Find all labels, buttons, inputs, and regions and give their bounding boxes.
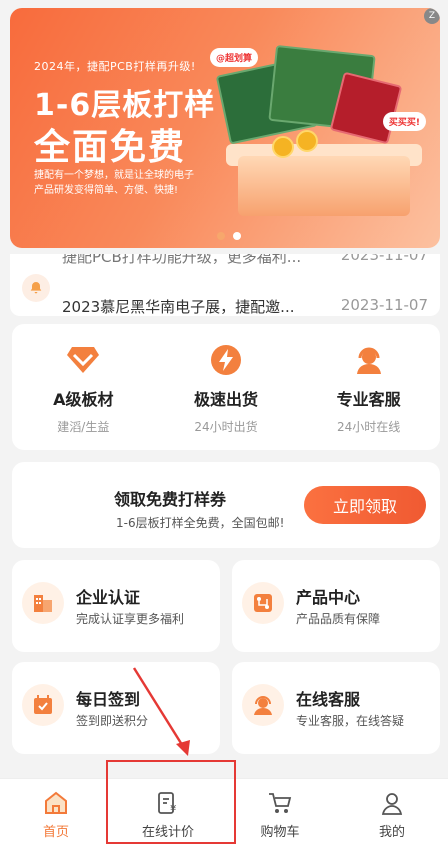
tile-enterprise-verification[interactable]: 企业认证 完成认证享更多福利 [12, 560, 220, 652]
tab-home[interactable]: 首页 [0, 779, 112, 844]
tile-online-support[interactable]: 在线客服 专业客服，在线答疑 [232, 662, 440, 754]
banner-badge: @超划算 [210, 48, 259, 67]
coin-icon [272, 136, 294, 158]
tile-subtitle: 产品品质有保障 [296, 612, 381, 626]
notice-ticker[interactable]: 捷配PCB打样功能升级，更多福利... 2023-11-07 2023慕尼黑华南… [10, 254, 440, 316]
circuit-board-icon [242, 582, 284, 624]
tab-label: 首页 [42, 825, 69, 840]
notice-date: 2023-11-07 [340, 296, 428, 314]
feature-title: A级板材 [53, 390, 114, 409]
tile-title: 每日签到 [76, 690, 141, 709]
notice-item-prev[interactable]: 捷配PCB打样功能升级，更多福利... 2023-11-07 [62, 254, 428, 267]
tile-subtitle: 专业客服，在线答疑 [296, 714, 405, 728]
notice-text: 2023慕尼黑华南电子展，捷配邀... [62, 298, 295, 316]
tile-title: 企业认证 [76, 588, 141, 607]
tab-profile[interactable]: 我的 [336, 779, 448, 844]
tile-title: 在线客服 [296, 690, 361, 709]
banner-badge-side: 买买买! [382, 112, 426, 131]
tab-label: 我的 [378, 825, 405, 840]
coupon-card: 领取免费打样券 1-6层板打样全免费，全国包邮! 立即领取 [12, 462, 440, 548]
user-icon [378, 789, 406, 817]
banner-desc: 捷配有一个梦想，就是让全球的电子产品研发变得简单、方便、快捷! [34, 170, 194, 196]
gift-box [238, 156, 410, 216]
banner-dot-active[interactable] [233, 232, 241, 240]
annotation-highlight-box [106, 760, 236, 844]
tile-product-center[interactable]: 产品中心 产品品质有保障 [232, 560, 440, 652]
promo-banner[interactable]: Z 2024年，捷配PCB打样再升级! 1-6层板打样 全面免费 捷配有一个梦想… [10, 8, 440, 248]
pcb-board-image [329, 71, 403, 145]
claim-coupon-button[interactable]: 立即领取 [304, 486, 426, 524]
building-icon [22, 582, 64, 624]
cart-icon [266, 789, 294, 817]
tile-daily-checkin[interactable]: 每日签到 签到即送积分 [12, 662, 220, 754]
feature-a-grade-board[interactable]: A级板材 建滔/生益 [18, 324, 148, 450]
banner-tag: 2024年，捷配PCB打样再升级! [34, 60, 196, 73]
calendar-check-icon [22, 684, 64, 726]
notice-date: 2023-11-07 [340, 254, 428, 264]
feature-fast-delivery[interactable]: 极速出货 24小时出货 [161, 324, 291, 450]
home-icon [42, 789, 70, 817]
debug-icon: Z [424, 8, 440, 24]
banner-pagination [217, 232, 241, 240]
tile-subtitle: 完成认证享更多福利 [76, 612, 185, 626]
customer-service-icon [242, 684, 284, 726]
feature-customer-service[interactable]: 专业客服 24小时在线 [304, 324, 434, 450]
features-card: A级板材 建滔/生益 极速出货 24小时出货 专业客服 24小时在线 [12, 324, 440, 450]
feature-sub: 24小时在线 [337, 420, 401, 434]
diamond-icon [65, 342, 101, 378]
tab-cart[interactable]: 购物车 [224, 779, 336, 844]
bell-icon [22, 274, 50, 302]
feature-sub: 建滔/生益 [57, 420, 110, 434]
feature-title: 极速出货 [193, 390, 258, 409]
banner-headline-2: 全面免费 [34, 127, 187, 168]
lightning-icon [208, 342, 244, 378]
banner-dot[interactable] [217, 232, 225, 240]
coupon-subtitle: 1-6层板打样全免费，全国包邮! [116, 516, 285, 530]
tile-title: 产品中心 [296, 588, 361, 607]
coupon-title: 领取免费打样券 [114, 490, 227, 509]
notice-item[interactable]: 2023慕尼黑华南电子展，捷配邀... 2023-11-07 [62, 296, 428, 316]
feature-title: 专业客服 [336, 390, 401, 409]
coin-icon [296, 130, 318, 152]
headset-icon [351, 342, 387, 378]
feature-sub: 24小时出货 [194, 420, 258, 434]
notice-text: 捷配PCB打样功能升级，更多福利... [62, 254, 302, 266]
tile-subtitle: 签到即送积分 [76, 714, 149, 728]
tab-label: 购物车 [260, 825, 300, 840]
